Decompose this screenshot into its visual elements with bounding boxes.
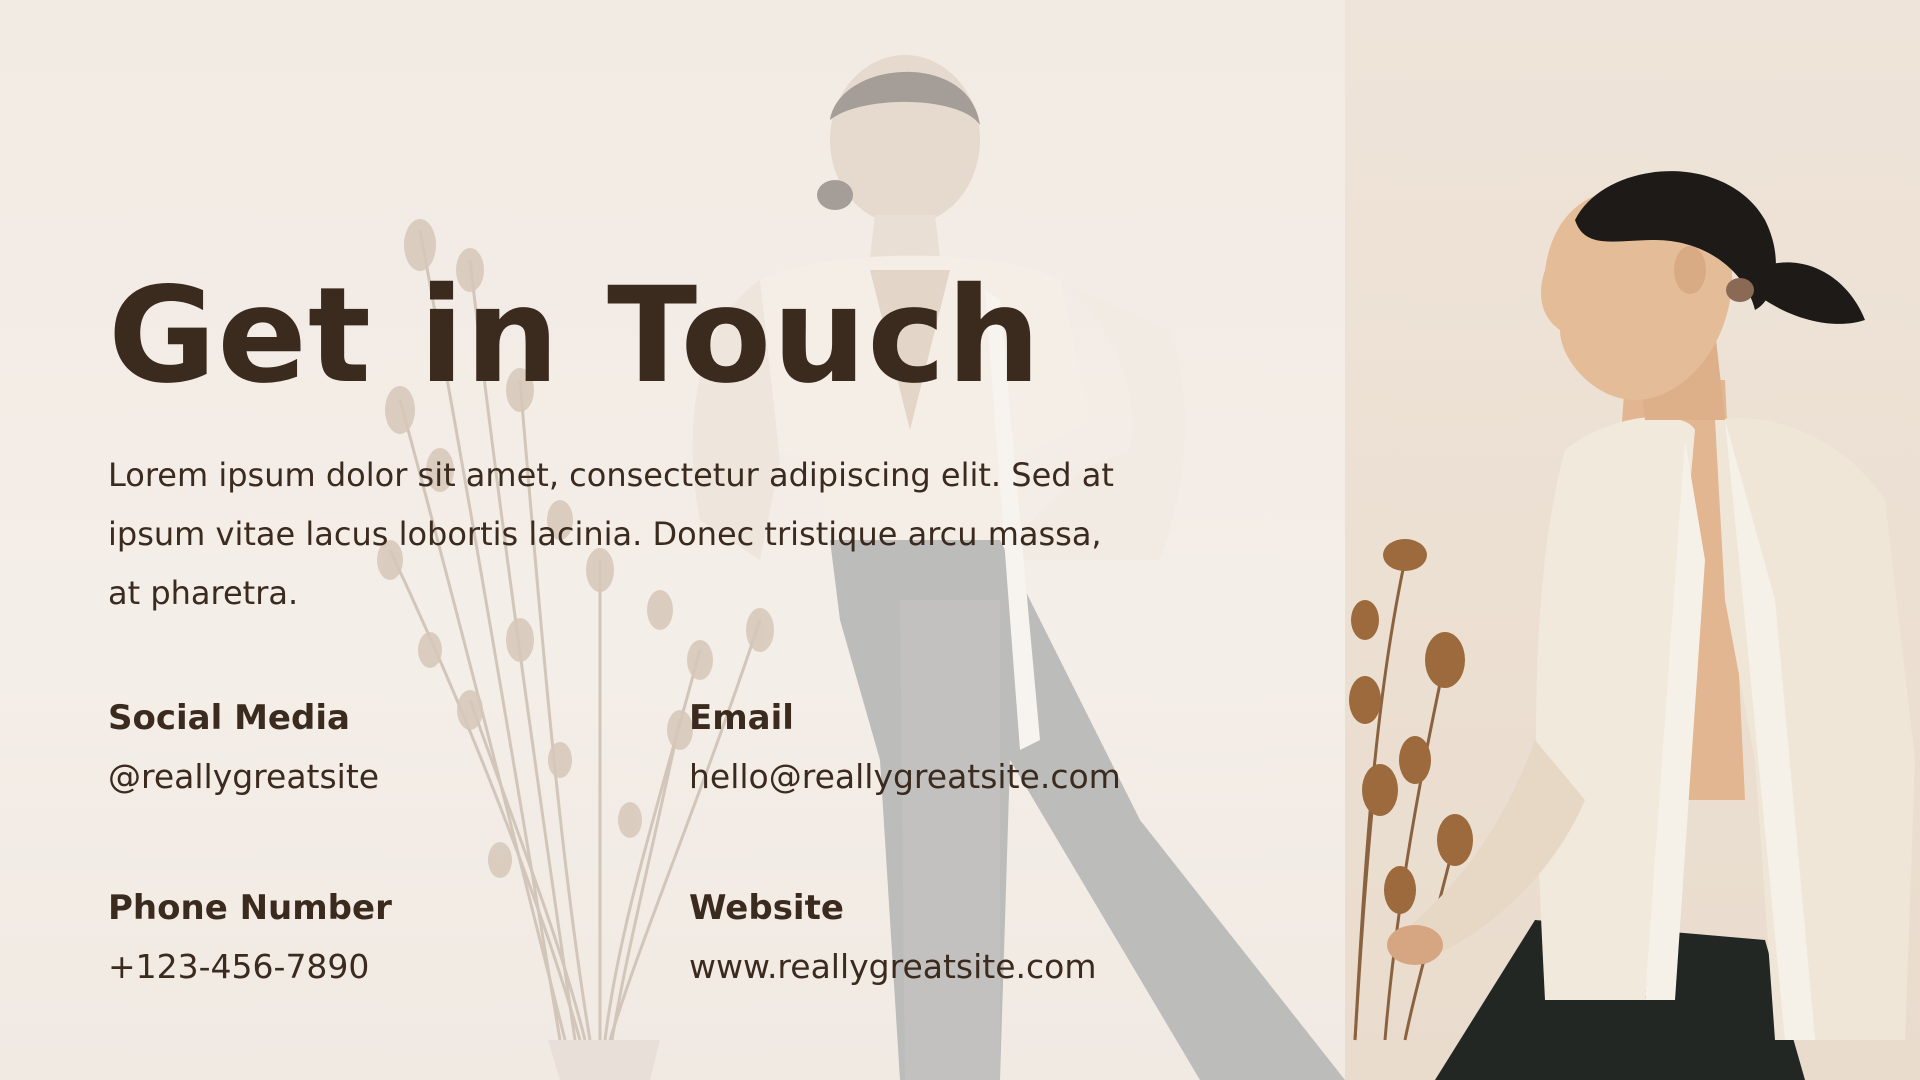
website-url[interactable]: www.reallygreatsite.com (689, 948, 1209, 985)
model-photo (1345, 0, 1920, 1080)
intro-paragraph: Lorem ipsum dolor sit amet, consectetur … (108, 456, 1114, 612)
phone-block: Phone Number +123-456-7890 (108, 891, 628, 985)
social-media-label: Social Media (108, 698, 350, 738)
content-panel: Get in Touch Lorem ipsum dolor sit amet,… (108, 0, 1248, 1080)
phone-label: Phone Number (108, 888, 392, 928)
social-media-handle[interactable]: @reallygreatsite (108, 758, 628, 795)
website-label: Website (689, 888, 844, 928)
model-photo-illustration (1349, 171, 1915, 1080)
email-block: Email hello@reallygreatsite.com (689, 701, 1209, 795)
contact-slide: Get in Touch Lorem ipsum dolor sit amet,… (0, 0, 1920, 1080)
phone-number[interactable]: +123-456-7890 (108, 948, 628, 985)
social-media-block: Social Media @reallygreatsite (108, 701, 628, 795)
email-address[interactable]: hello@reallygreatsite.com (689, 758, 1209, 795)
website-block: Website www.reallygreatsite.com (689, 891, 1209, 985)
page-title: Get in Touch (108, 259, 1042, 413)
email-label: Email (689, 698, 794, 738)
